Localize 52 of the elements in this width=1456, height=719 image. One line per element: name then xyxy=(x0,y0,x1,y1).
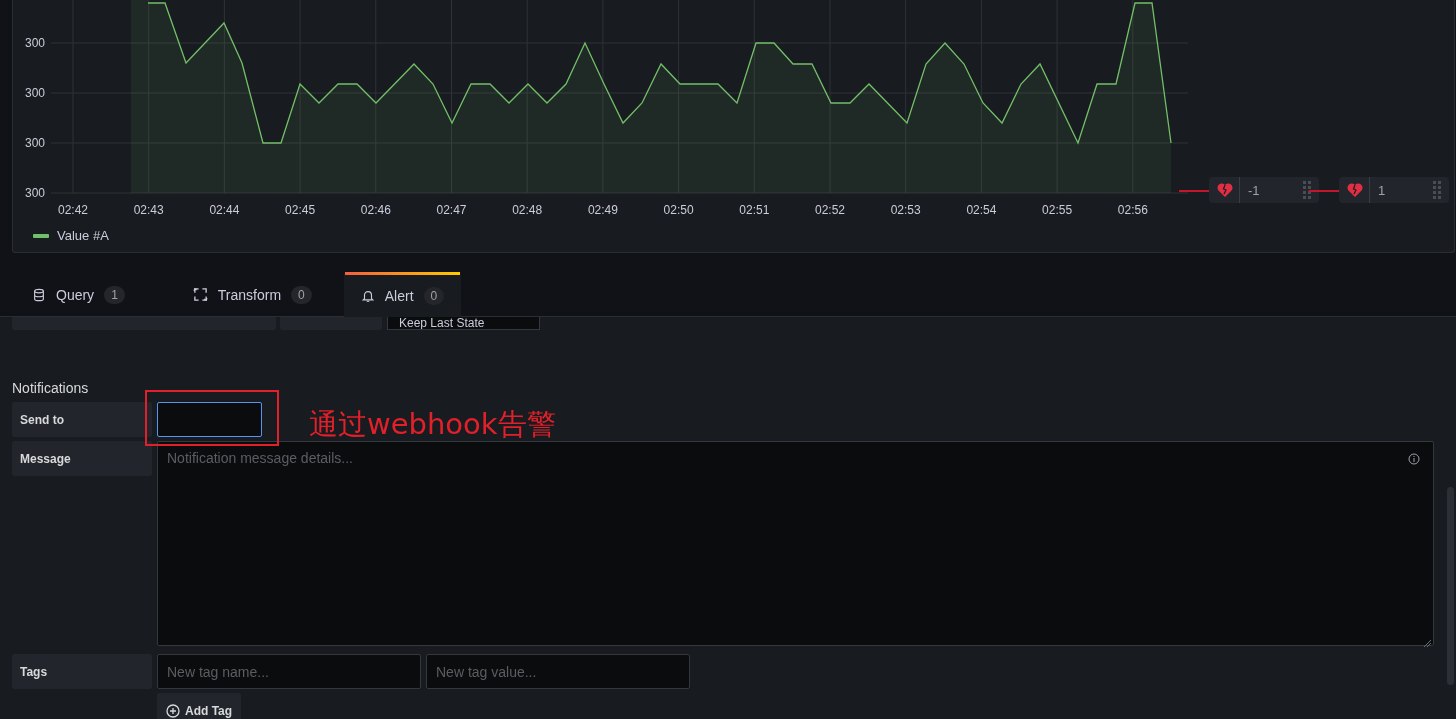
x-axis-label: 02:56 xyxy=(1117,203,1148,217)
broken-heart-icon xyxy=(1217,182,1233,198)
transform-icon xyxy=(192,287,208,302)
x-axis-label: 02:52 xyxy=(815,203,845,217)
database-icon xyxy=(32,287,46,302)
section-title: Notifications xyxy=(12,380,90,396)
x-axis-label: 02:44 xyxy=(209,203,240,217)
x-axis-label: 02:42 xyxy=(58,203,88,217)
threshold-handle[interactable]: 1 xyxy=(1339,177,1449,203)
select-field[interactable]: Keep Last State xyxy=(387,317,540,330)
tab[interactable]: Transform 0 xyxy=(176,272,328,317)
bell-icon xyxy=(360,289,375,303)
count-badge: 1 xyxy=(104,285,125,304)
threshold-handle[interactable]: -1 xyxy=(1209,177,1319,203)
input-field[interactable]: New tag value... xyxy=(426,654,690,689)
message-field[interactable]: Notification message details... xyxy=(157,441,1434,646)
threshold-line xyxy=(1309,190,1339,192)
legend-label[interactable]: Value #A xyxy=(57,228,109,243)
x-axis-label: 02:51 xyxy=(739,203,770,217)
x-axis-label: 02:50 xyxy=(663,203,694,217)
x-axis-label: 02:43 xyxy=(133,203,164,217)
field-label: Send to xyxy=(12,402,152,437)
tab[interactable]: Alert 0 xyxy=(343,272,462,317)
input-field[interactable]: New tag name... xyxy=(157,654,421,689)
y-axis-label: 300 xyxy=(24,86,45,100)
broken-heart-icon xyxy=(1347,182,1363,198)
count-badge: 0 xyxy=(423,287,445,305)
tab[interactable]: Query 1 xyxy=(16,272,141,317)
x-axis-label: 02:47 xyxy=(436,203,467,217)
x-axis-label: 02:45 xyxy=(285,203,316,217)
x-axis-label: 02:46 xyxy=(360,203,391,217)
x-axis-label: 02:54 xyxy=(966,203,997,217)
y-axis-label: 300 xyxy=(24,136,45,150)
drag-handle-icon[interactable] xyxy=(1433,180,1441,200)
drag-handle-icon[interactable] xyxy=(1303,180,1311,200)
legend-swatch xyxy=(33,233,49,238)
threshold-line xyxy=(1179,190,1209,192)
input-field[interactable] xyxy=(157,402,262,437)
info-icon[interactable] xyxy=(1408,453,1420,465)
field-label: Message xyxy=(12,441,152,476)
x-axis-label: 02:55 xyxy=(1042,203,1073,217)
annotation-text: 通过webhook告警 xyxy=(309,406,556,443)
y-axis-label: 300 xyxy=(24,186,45,200)
y-axis-label: 300 xyxy=(24,36,45,50)
x-axis-label: 02:48 xyxy=(512,203,543,217)
count-badge: 0 xyxy=(291,285,312,304)
x-axis-label: 02:53 xyxy=(890,203,921,217)
add-tag-button[interactable]: Add Tag xyxy=(157,693,242,719)
resize-grip-icon[interactable] xyxy=(1423,639,1431,647)
field-label: Tags xyxy=(12,654,152,689)
plus-circle-icon xyxy=(166,704,180,718)
x-axis-label: 02:49 xyxy=(587,203,618,217)
